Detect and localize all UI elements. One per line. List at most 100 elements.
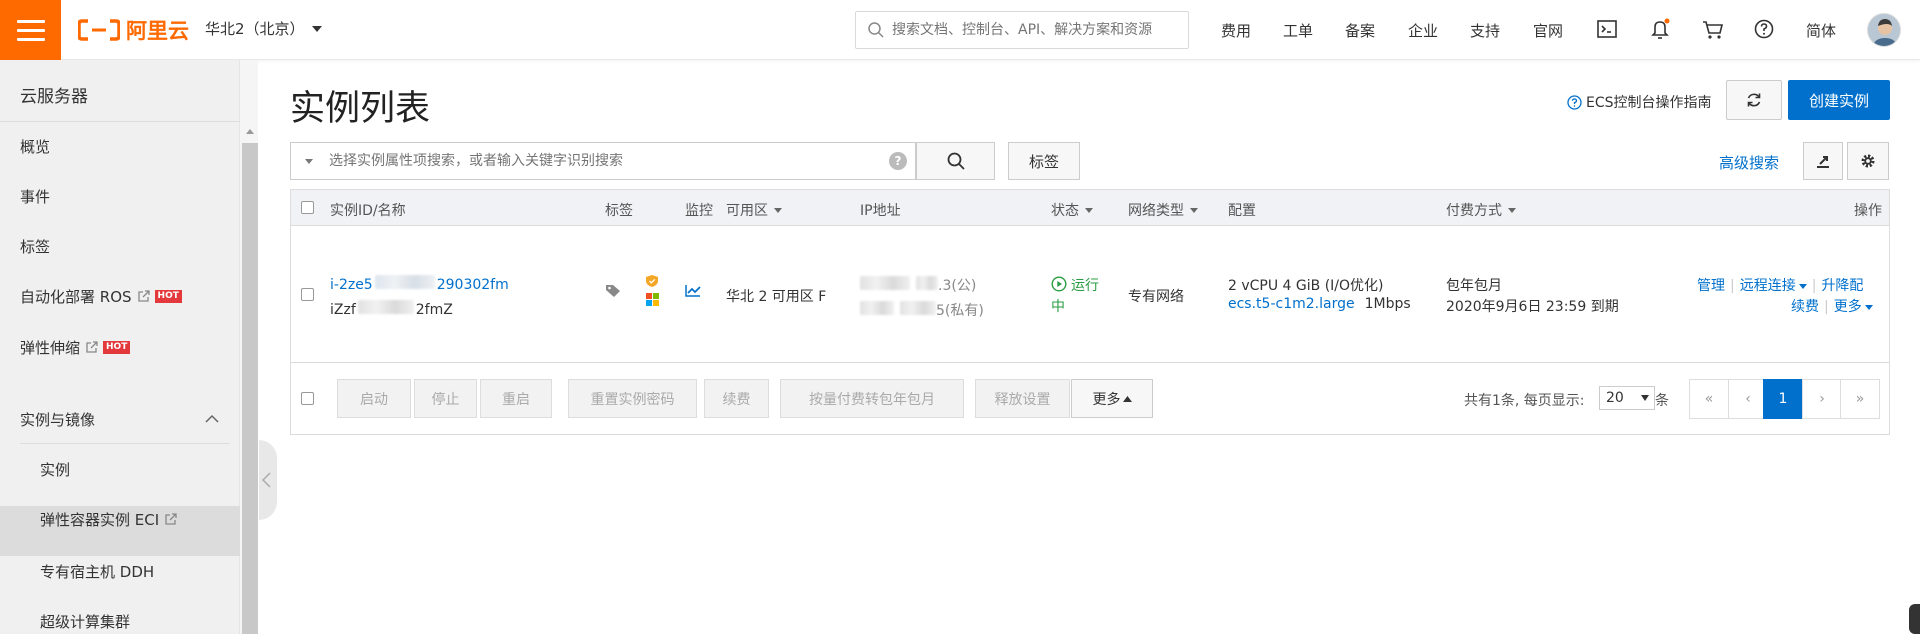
convert-billing-button[interactable]: 按量付费转包年包月 [780, 379, 964, 418]
sidebar-item-overview[interactable]: 概览 [20, 136, 50, 157]
renew-link[interactable]: 续费 [1791, 299, 1819, 315]
restart-button[interactable]: 重启 [480, 379, 552, 418]
footer-select-all-checkbox[interactable] [301, 392, 314, 405]
reset-password-button[interactable]: 重置实例密码 [568, 379, 697, 418]
renew-button[interactable]: 续费 [704, 379, 769, 418]
instance-name-suffix: 2fmZ [415, 302, 453, 318]
hot-badge: HOT [103, 341, 131, 354]
scroll-thumb[interactable] [242, 143, 258, 634]
external-link-icon [165, 513, 177, 525]
advanced-search-link[interactable]: 高级搜索 [1719, 152, 1779, 173]
sidebar-item-scc[interactable]: 超级计算集群 [40, 611, 130, 632]
page-size-value: 20 [1606, 390, 1624, 406]
more-button[interactable]: 更多 [1071, 379, 1153, 418]
sidebar-collapse-handle[interactable] [259, 440, 277, 520]
tag-filter-button[interactable]: 标签 [1008, 142, 1080, 180]
create-instance-button[interactable]: 创建实例 [1788, 80, 1890, 120]
help-icon[interactable] [1754, 19, 1774, 39]
page-size-unit: 条 [1655, 393, 1669, 409]
sidebar-group-instances-images[interactable]: 实例与镜像 [20, 409, 95, 430]
sidebar-item-eci[interactable]: 弹性容器实例 ECI [40, 509, 177, 530]
release-setting-button[interactable]: 释放设置 [975, 379, 1070, 418]
sidebar-item-label: 标签 [20, 238, 51, 256]
sidebar-item-label: 弹性容器实例 ECI [40, 511, 160, 529]
sidebar-item-label: 概览 [20, 138, 51, 156]
console-guide-link[interactable]: ECS控制台操作指南 [1567, 92, 1712, 112]
sidebar-item-label: 弹性伸缩 [20, 339, 81, 357]
nav-official-site[interactable]: 官网 [1533, 20, 1563, 41]
instance-filter[interactable]: ? [290, 142, 916, 180]
stop-button[interactable]: 停止 [414, 379, 477, 418]
filter-input[interactable] [329, 150, 869, 172]
chevron-down-icon[interactable] [312, 26, 322, 32]
nav-support[interactable]: 支持 [1470, 20, 1500, 41]
cart-icon[interactable] [1702, 20, 1724, 40]
select-all-checkbox[interactable] [301, 201, 314, 214]
start-button[interactable]: 启动 [337, 379, 411, 418]
refresh-button[interactable] [1726, 80, 1782, 120]
sidebar-item-events[interactable]: 事件 [20, 186, 50, 207]
page-size-select[interactable]: 20 [1599, 386, 1655, 410]
nav-icp[interactable]: 备案 [1345, 20, 1375, 41]
sidebar-item-autoscaling[interactable]: 弹性伸缩 HOT [20, 337, 131, 358]
instance-id-link[interactable]: i-2ze5 290302fm [330, 275, 509, 293]
chevron-up-icon[interactable] [205, 414, 219, 423]
first-page-button[interactable]: « [1689, 379, 1729, 419]
sidebar-item-ddh[interactable]: 专有宿主机 DDH [40, 561, 154, 582]
terminal-icon[interactable] [1597, 20, 1617, 38]
hot-badge: HOT [154, 290, 182, 303]
filter-dropdown-icon[interactable] [305, 159, 313, 164]
remote-connect-link[interactable]: 远程连接 [1740, 278, 1796, 294]
page-1-button[interactable]: 1 [1763, 379, 1803, 419]
chevron-down-icon [1864, 305, 1873, 310]
col-instance-id: 实例ID/名称 [330, 203, 406, 219]
last-page-button[interactable]: » [1840, 379, 1880, 419]
floating-widget-handle[interactable] [1909, 604, 1920, 634]
prev-page-button[interactable]: ‹ [1728, 379, 1768, 419]
search-icon [947, 152, 965, 170]
col-zone-label: 可用区 [726, 203, 768, 219]
region-selector[interactable]: 华北2（北京） [205, 18, 305, 39]
col-network-label: 网络类型 [1128, 203, 1184, 219]
row-checkbox[interactable] [301, 288, 314, 301]
security-shield-icon[interactable] [645, 274, 659, 288]
bell-icon[interactable] [1651, 18, 1671, 40]
nav-enterprise[interactable]: 企业 [1408, 20, 1438, 41]
user-avatar-icon [1868, 14, 1900, 46]
monitor-chart-icon[interactable] [685, 284, 701, 297]
manage-link[interactable]: 管理 [1697, 278, 1725, 294]
menu-icon[interactable] [0, 0, 61, 60]
windows-icon [646, 293, 659, 306]
sidebar-item-instances[interactable]: 实例 [40, 459, 70, 480]
console-guide-label: ECS控制台操作指南 [1586, 95, 1712, 111]
language-switch[interactable]: 简体 [1806, 20, 1836, 41]
redacted-block [900, 301, 936, 315]
sidebar-item-ros[interactable]: 自动化部署 ROS HOT [20, 286, 182, 307]
col-billing[interactable]: 付费方式 [1446, 200, 1516, 220]
scroll-up-icon[interactable] [245, 128, 255, 135]
col-network[interactable]: 网络类型 [1128, 200, 1198, 220]
settings-button[interactable] [1847, 142, 1889, 180]
tag-icon[interactable] [605, 284, 621, 298]
ip-public: .3(公) [860, 275, 976, 295]
more-actions-link[interactable]: 更多 [1834, 299, 1862, 315]
global-search[interactable] [855, 11, 1189, 49]
question-icon[interactable]: ? [889, 152, 907, 170]
nav-fees[interactable]: 费用 [1221, 20, 1251, 41]
search-button[interactable] [916, 142, 995, 180]
aliyun-logo[interactable]: 阿里云 [78, 16, 189, 44]
external-link-icon [137, 290, 150, 302]
global-search-input[interactable] [892, 18, 1182, 42]
col-status[interactable]: 状态 [1051, 200, 1093, 220]
export-button[interactable] [1803, 142, 1843, 180]
col-zone[interactable]: 可用区 [726, 200, 782, 220]
nav-tickets[interactable]: 工单 [1283, 20, 1313, 41]
instance-type-link[interactable]: ecs.t5-c1m2.large [1228, 296, 1355, 312]
upgrade-link[interactable]: 升降配 [1821, 278, 1863, 294]
billing-type: 包年包月 [1446, 278, 1502, 294]
bandwidth: 1Mbps [1364, 296, 1411, 312]
logo-text: 阿里云 [126, 19, 189, 43]
next-page-button[interactable]: › [1802, 379, 1842, 419]
sidebar-item-tags[interactable]: 标签 [20, 236, 50, 257]
avatar[interactable] [1867, 13, 1901, 47]
